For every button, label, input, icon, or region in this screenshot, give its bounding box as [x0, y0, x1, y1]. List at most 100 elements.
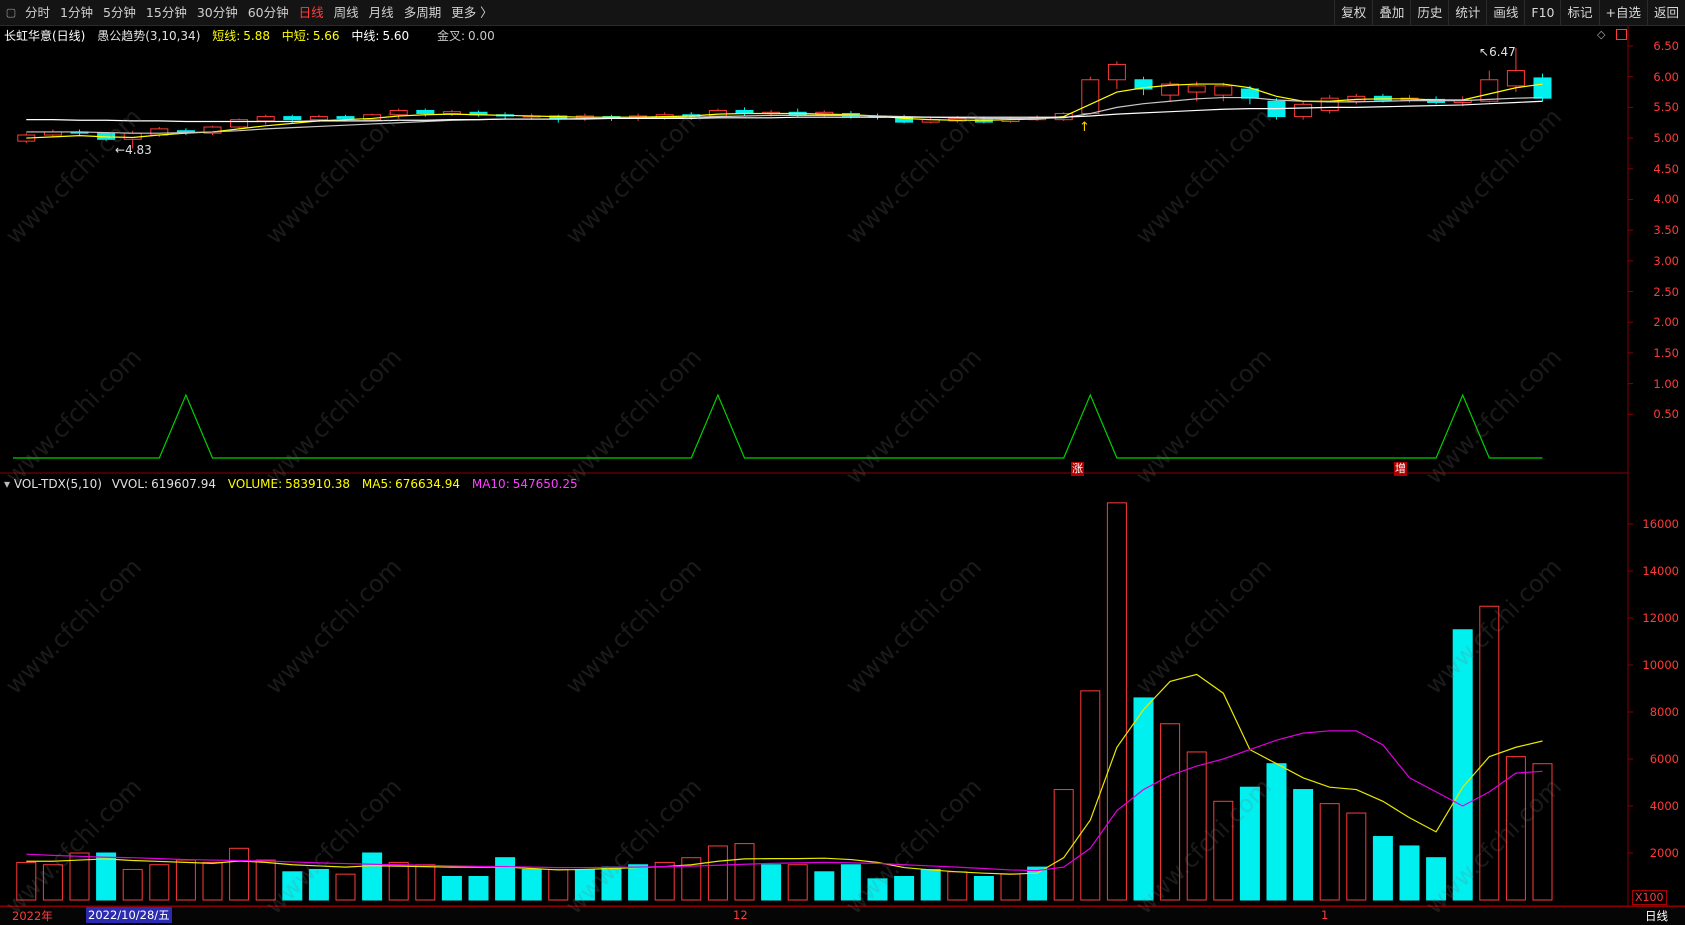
- candle-body: [1506, 70, 1525, 87]
- volume-bar: [548, 868, 569, 901]
- volume-ma-5: [26, 673, 1543, 875]
- period-label[interactable]: 日线: [1645, 908, 1668, 924]
- low-price-value: 4.83: [125, 143, 152, 157]
- axis-tick-label: 4000: [1649, 799, 1679, 813]
- volume-bar: [1293, 789, 1314, 901]
- volume-bar: [840, 864, 861, 901]
- signal-label-zeng: 增: [1394, 462, 1407, 476]
- volume-bar: [894, 876, 915, 901]
- volume-bar: [654, 861, 675, 901]
- axis-tick-label: 14000: [1642, 564, 1679, 578]
- volume-bar: [16, 861, 37, 901]
- candle-body: [1187, 85, 1206, 93]
- volume-bar: [1532, 763, 1553, 901]
- axis-tick-label: 1.50: [1653, 345, 1679, 360]
- candle-body: [1214, 85, 1233, 96]
- candle-body: [1240, 88, 1259, 99]
- volume-bar: [468, 876, 489, 901]
- axis-tick-label: 2.00: [1653, 315, 1679, 330]
- axis-tick-label: 5.00: [1653, 131, 1679, 146]
- candle-body: [442, 111, 461, 115]
- axis-tick-label: 6000: [1649, 752, 1679, 766]
- candle-body: [1081, 79, 1100, 115]
- chart-canvas[interactable]: [0, 0, 1685, 924]
- volume-bar: [1053, 789, 1074, 901]
- volume-bar: [202, 861, 223, 901]
- volume-bar: [96, 852, 117, 901]
- volume-ma-10: [26, 730, 1543, 872]
- candle-body: [1294, 103, 1313, 118]
- price-axis: 6.50 6.00 5.50 5.00 4.50 4.00 3.50 3.00 2.50 2.00…: [1628, 25, 1685, 475]
- volume-bar: [282, 871, 303, 901]
- volume-unit: X100: [1632, 890, 1667, 905]
- volume-bar: [920, 868, 941, 901]
- candle-body: [389, 109, 408, 116]
- candle-body: [1480, 79, 1499, 102]
- volume-bar: [973, 876, 994, 901]
- volume-bar: [1106, 502, 1127, 901]
- candle-body: [336, 116, 355, 119]
- volume-bar: [229, 847, 250, 901]
- time-axis-bar: 2022年 2022/10/28/五 12 1 日线: [0, 906, 1685, 925]
- axis-tick-label: 10000: [1642, 658, 1679, 672]
- volume-bar: [1479, 605, 1500, 901]
- axis-tick-label: 5.50: [1653, 100, 1679, 115]
- axis-tick-label: 2000: [1649, 846, 1679, 860]
- trend-line-2: [26, 96, 1543, 134]
- volume-bar: [761, 864, 782, 901]
- volume-bar: [335, 873, 356, 901]
- volume-bar: [1133, 697, 1154, 901]
- volume-bar: [149, 864, 170, 901]
- volume-bar: [1319, 803, 1340, 901]
- volume-bar: [1239, 786, 1260, 901]
- axis-tick-label: 4.50: [1653, 161, 1679, 176]
- volume-bar: [1160, 723, 1181, 901]
- volume-bar: [787, 864, 808, 901]
- axis-tick-label: 12000: [1642, 611, 1679, 625]
- volume-bar: [947, 871, 968, 901]
- volume-bar: [362, 852, 383, 901]
- panel-toggle-icon[interactable]: [1616, 29, 1627, 40]
- volume-bar: [1027, 866, 1048, 901]
- signal-line: [13, 393, 1543, 459]
- volume-bar: [601, 866, 622, 901]
- volume-bar: [814, 871, 835, 901]
- volume-bar: [628, 864, 649, 901]
- axis-tick-label: 2.50: [1653, 284, 1679, 299]
- volume-bar: [1186, 751, 1207, 901]
- volume-bar: [734, 843, 755, 901]
- axis-tick-label: 6.00: [1653, 69, 1679, 84]
- candle-body: [309, 116, 328, 121]
- high-price-label: ↖6.47: [1479, 45, 1516, 59]
- volume-bar: [574, 868, 595, 901]
- buy-arrow-icon: ↑: [1079, 120, 1090, 135]
- volume-bar: [1266, 763, 1287, 901]
- volume-bar: [255, 859, 276, 901]
- axis-tick-label: 3.50: [1653, 223, 1679, 238]
- volume-bar: [1452, 629, 1473, 901]
- axis-tick-label: 3.00: [1653, 253, 1679, 268]
- candle-body: [230, 119, 249, 128]
- volume-bar: [1399, 845, 1420, 901]
- volume-bar: [495, 857, 516, 901]
- volume-bar: [521, 868, 542, 901]
- axis-tick-label: 16000: [1642, 517, 1679, 531]
- volume-bar: [1000, 873, 1021, 901]
- high-price-value: 6.47: [1489, 45, 1516, 59]
- volume-bar: [308, 868, 329, 901]
- volume-bar: [1372, 836, 1393, 901]
- axis-tick-label: 6.50: [1653, 39, 1679, 53]
- diamond-icon[interactable]: ◇: [1597, 28, 1605, 41]
- candle-body: [283, 116, 302, 121]
- year-label: 2022年: [12, 909, 53, 923]
- volume-bar: [1346, 812, 1367, 901]
- axis-tick-label: 0.50: [1653, 407, 1679, 422]
- volume-bar: [1426, 857, 1447, 901]
- candle-body: [123, 132, 142, 140]
- candle-body: [416, 109, 435, 115]
- candle-body: [1107, 63, 1126, 81]
- volume-bar: [388, 861, 409, 901]
- volume-bar: [415, 864, 436, 901]
- trend-line-3: [26, 100, 1543, 123]
- volume-bar: [441, 876, 462, 901]
